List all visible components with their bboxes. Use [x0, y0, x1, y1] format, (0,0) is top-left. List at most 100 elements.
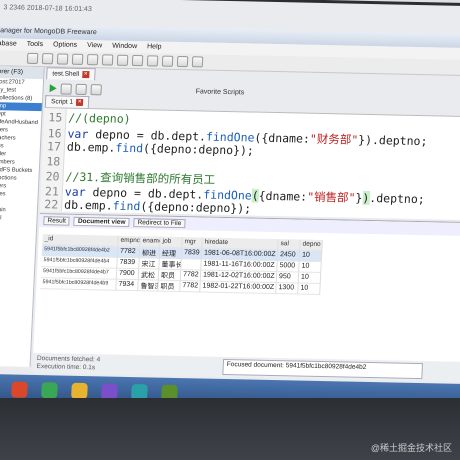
toolbar-button-icon[interactable] [161, 55, 174, 67]
code-token: db.emp. [63, 197, 114, 213]
cell-mgr: 7839 [181, 248, 203, 260]
status-left: Documents fetched: 4 Execution time: 0.1… [36, 355, 100, 372]
cell-empno: 7839 [117, 257, 140, 270]
script-tabs: Script 1 ✕ [44, 95, 90, 109]
column-header[interactable]: empno [118, 235, 141, 248]
toolbar-button-icon[interactable] [131, 54, 144, 67]
cell-id: 5941f5bfc1bc80928f4de4b9 [40, 278, 117, 291]
menu-view[interactable]: View [87, 42, 102, 50]
menu-window[interactable]: Window [112, 43, 137, 52]
code-token: db.emp. [66, 139, 116, 155]
cell-sal: 2450 [277, 250, 301, 262]
menu-database[interactable]: atabase [0, 40, 17, 49]
cell-hiredate: 1982-01-22T16:00:00Z [200, 281, 277, 295]
toolbar-button-icon[interactable] [101, 54, 114, 66]
cell-mgr: 7782 [180, 281, 201, 293]
screen-stamp: 3 2346 2018-07-18 16:01:43 [3, 4, 92, 14]
cell-job: 经理 [159, 247, 183, 260]
column-header[interactable]: sal [278, 239, 301, 251]
code-token: var [67, 126, 89, 141]
code-token: find [112, 198, 141, 214]
photo-frame: 3 2346 2018-07-18 16:01:43 Manager for M… [0, 0, 460, 460]
line-number: 15 [48, 110, 63, 125]
favorite-scripts-dropdown[interactable]: Favorite Scripts [196, 88, 245, 96]
cell-ename: 武松 [138, 269, 160, 281]
tab-document-view[interactable]: Document view [73, 216, 130, 227]
code-token: "销售部" [306, 189, 356, 205]
column-header[interactable]: mgr [182, 237, 203, 249]
close-icon[interactable]: ✕ [81, 70, 90, 79]
code-token: var [64, 184, 86, 199]
code-token: {dname: [258, 188, 308, 204]
line-number: 21 [44, 183, 60, 198]
code-line[interactable]: 18 [42, 154, 67, 168]
line-number: 17 [46, 139, 62, 154]
toolbar-button-icon[interactable] [75, 83, 87, 95]
toolbar-button-icon[interactable] [191, 56, 204, 68]
tab-script-label: Script 1 [50, 98, 74, 106]
code-line[interactable]: 15 //(depno) [44, 110, 131, 126]
focused-document: Focused document: 5941f5bfc1bc80928f4de4… [222, 358, 424, 380]
cell-ename: 鲁智深 [138, 280, 159, 292]
column-header[interactable]: job [160, 236, 183, 249]
code-token: //(depno) [67, 110, 131, 126]
code-token: "财务部" [309, 131, 359, 147]
tree-item[interactable]: local [0, 214, 37, 223]
menu-tools[interactable]: Tools [26, 41, 44, 49]
code-line[interactable]: 22 db.emp.find({depno:depno}); [40, 197, 252, 216]
toolbar-button-icon[interactable] [41, 53, 54, 65]
code-token: ({depno:depno}); [140, 199, 252, 216]
cell-sal: 950 [276, 272, 300, 284]
toolbar-button-icon[interactable] [26, 52, 39, 65]
toolbar-button-icon[interactable] [116, 54, 129, 66]
code-token: ({depno:depno}); [142, 141, 255, 158]
menu-options[interactable]: Options [53, 41, 77, 49]
toolbar-button-icon[interactable] [90, 83, 102, 95]
cell-ename: 柳进 [139, 247, 161, 259]
close-icon[interactable]: ✕ [75, 98, 84, 106]
toolbar-button-icon[interactable] [56, 53, 69, 65]
watermark: @稀土掘金技术社区 [370, 443, 452, 453]
toolbar-button-icon[interactable] [71, 53, 84, 65]
line-number: 22 [44, 197, 59, 212]
toolbar-button-icon[interactable] [146, 55, 159, 67]
code-token: find [115, 140, 144, 156]
shell-toolbar: Favorite Scripts [45, 81, 460, 104]
toolbar-button-icon[interactable] [86, 54, 99, 66]
line-number: 16 [47, 125, 62, 141]
tab-redirect[interactable]: Redirect to File [133, 218, 186, 229]
tab-result[interactable]: Result [43, 216, 71, 226]
menu-help[interactable]: Help [147, 43, 162, 51]
code-editor[interactable]: 15//(depno) 16 var depno = db.dept.findOne… [39, 107, 460, 221]
cell-ename: 宋江 [139, 258, 160, 270]
cell-depno: 10 [299, 250, 323, 263]
tab-shell[interactable]: test.Shell ✕ [46, 67, 96, 81]
code-line[interactable]: 17 db.emp.find({depno:depno}); [43, 139, 255, 157]
cell-sal: 5000 [277, 261, 300, 273]
toolbar-button-icon[interactable] [176, 55, 189, 68]
cell-job: 职员 [158, 269, 182, 282]
cell-job: 职员 [158, 280, 181, 293]
cell-mgr [181, 259, 202, 271]
code-token: }).deptno; [357, 132, 428, 148]
cell-depno: 10 [298, 272, 322, 284]
toolbar-button-icon[interactable] [60, 83, 72, 95]
cell-depno: 10 [298, 283, 321, 295]
explorer-tree: host:27017 my_test Collections (8) emp d… [0, 78, 43, 223]
chrome-icon[interactable] [41, 382, 58, 399]
line-number: 20 [45, 169, 60, 184]
cell-depno: 10 [299, 261, 322, 273]
cell-empno: 7934 [116, 279, 139, 292]
folder-icon[interactable] [71, 382, 88, 400]
execution-time: Execution time: 0.1s [36, 363, 96, 372]
column-header[interactable]: depno [300, 239, 323, 252]
monitor-screen: 3 2346 2018-07-18 16:01:43 Manager for M… [0, 0, 460, 415]
column-header[interactable]: ename [140, 236, 161, 248]
run-icon[interactable] [49, 84, 57, 93]
tab-script-1[interactable]: Script 1 ✕ [44, 95, 90, 109]
cell-empno: 7900 [116, 268, 140, 281]
app-icon[interactable] [11, 381, 28, 398]
line-number: 18 [46, 153, 61, 169]
results-grid: _id empno ename job mgr hiredate sal dep… [40, 234, 323, 295]
cell-job: 董事长 [159, 258, 182, 271]
